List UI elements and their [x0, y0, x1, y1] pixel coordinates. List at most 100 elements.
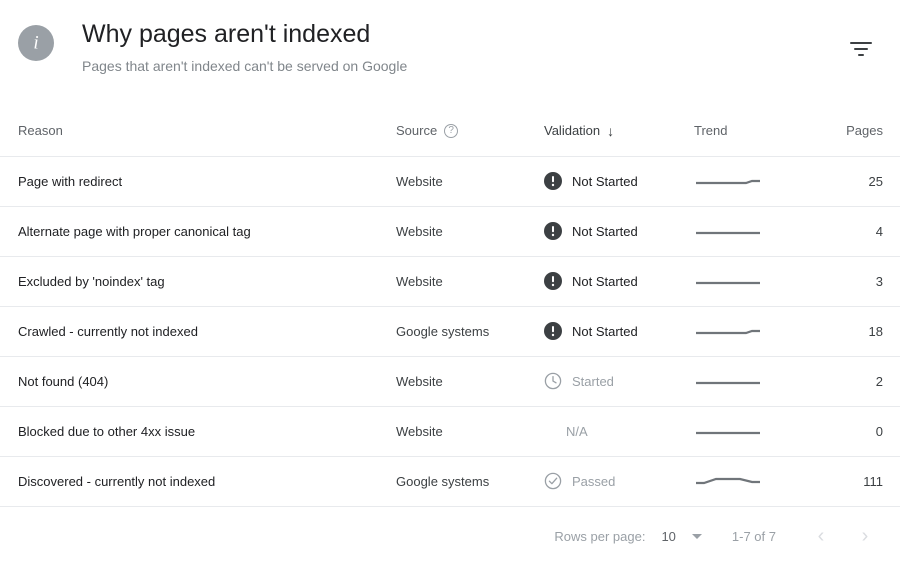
- pages-count: 2: [875, 373, 883, 389]
- validation-label: Passed: [572, 473, 616, 489]
- validation-status: N/A: [544, 424, 694, 439]
- filter-icon[interactable]: [844, 32, 878, 66]
- validation-label: N/A: [566, 423, 588, 439]
- cell-pages: 25: [794, 156, 900, 207]
- source-label: Website: [396, 223, 443, 239]
- pages-count: 25: [868, 173, 883, 189]
- cell-validation: Started: [544, 356, 694, 407]
- table-row[interactable]: Excluded by 'noindex' tag Website Not Star…: [0, 256, 900, 307]
- exclamation-circle-icon: [544, 272, 562, 290]
- cell-validation: Not Started: [544, 206, 694, 257]
- cell-reason: Excluded by 'noindex' tag: [0, 256, 396, 307]
- cell-pages: 111: [794, 456, 900, 507]
- cell-trend: [694, 306, 794, 357]
- reason-label: Alternate page with proper canonical tag: [18, 223, 251, 239]
- cell-source: Website: [396, 156, 544, 207]
- info-icon-glyph: i: [33, 32, 39, 54]
- validation-label: Not Started: [572, 173, 638, 189]
- cell-validation: Not Started: [544, 306, 694, 357]
- filter-bar-top: [850, 42, 872, 44]
- reason-label: Excluded by 'noindex' tag: [18, 273, 165, 289]
- trend-chart: [694, 173, 794, 189]
- cell-trend: [694, 406, 794, 457]
- table-row[interactable]: Discovered - currently not indexed Google…: [0, 456, 900, 507]
- pagination-range-label: 1-7 of 7: [731, 528, 776, 544]
- table-body: Page with redirect Website Not Started 25 Al…: [0, 156, 900, 507]
- table-row[interactable]: Page with redirect Website Not Started 25: [0, 156, 900, 207]
- clock-icon: [544, 372, 562, 390]
- cell-reason: Blocked due to other 4xx issue: [0, 406, 396, 457]
- validation-status: Not Started: [544, 222, 694, 240]
- cell-source: Google systems: [396, 306, 544, 357]
- rows-per-page-select[interactable]: 10: [661, 528, 702, 544]
- table-row[interactable]: Blocked due to other 4xx issue Website N/A…: [0, 406, 900, 457]
- cell-trend: [694, 356, 794, 407]
- table-row[interactable]: Crawled - currently not indexed Google sy…: [0, 306, 900, 357]
- cell-pages: 2: [794, 356, 900, 407]
- cell-pages: 0: [794, 406, 900, 457]
- cell-reason: Not found (404): [0, 356, 396, 407]
- validation-status: Not Started: [544, 172, 694, 190]
- table-row[interactable]: Alternate page with proper canonical tag…: [0, 206, 900, 257]
- cell-source: Google systems: [396, 456, 544, 507]
- chevron-left-icon[interactable]: ‹: [804, 519, 838, 553]
- cell-source: Website: [396, 206, 544, 257]
- trend-chart: [694, 273, 794, 289]
- cell-reason: Discovered - currently not indexed: [0, 456, 396, 507]
- reason-label: Blocked due to other 4xx issue: [18, 423, 196, 439]
- help-circle-icon[interactable]: ?: [444, 123, 459, 138]
- column-header-pages-label: Pages: [846, 123, 883, 139]
- trend-chart: [694, 223, 794, 239]
- check-circle-icon: [544, 472, 562, 490]
- page-title: Why pages aren't indexed: [82, 20, 371, 48]
- column-header-trend-label: Trend: [694, 123, 728, 139]
- validation-label: Not Started: [572, 323, 638, 339]
- cell-reason: Page with redirect: [0, 156, 396, 207]
- card-header: i Why pages aren't indexed Pages that ar…: [0, 0, 900, 106]
- column-header-validation-label: Validation: [544, 123, 601, 139]
- chevron-right-icon[interactable]: ›: [848, 519, 882, 553]
- column-header-trend[interactable]: Trend: [694, 106, 794, 157]
- exclamation-circle-icon: [544, 322, 562, 340]
- page-subtitle: Pages that aren't indexed can't be serve…: [82, 58, 408, 74]
- cell-pages: 3: [794, 256, 900, 307]
- source-label: Website: [396, 423, 443, 439]
- table-header-row: Reason Source ? Validation ↓ Trend Pages: [0, 106, 900, 157]
- cell-trend: [694, 156, 794, 207]
- validation-status: Not Started: [544, 272, 694, 290]
- validation-status: Started: [544, 372, 694, 390]
- indexing-reasons-table: Reason Source ? Validation ↓ Trend Pages…: [0, 106, 900, 507]
- trend-sparkline: [696, 381, 760, 385]
- rows-per-page-value: 10: [661, 528, 676, 544]
- table-footer: Rows per page: 10 1-7 of 7 ‹ ›: [0, 508, 900, 564]
- column-header-pages[interactable]: Pages: [794, 106, 900, 157]
- table-header: Reason Source ? Validation ↓ Trend Pages: [0, 106, 900, 157]
- chevron-down-icon: [691, 533, 702, 539]
- trend-chart: [694, 473, 794, 489]
- exclamation-circle-icon: [544, 172, 562, 190]
- pages-count: 18: [868, 323, 883, 339]
- trend-chart: [694, 323, 794, 339]
- cell-pages: 4: [794, 206, 900, 257]
- column-header-reason[interactable]: Reason: [0, 106, 396, 157]
- source-label: Website: [396, 373, 443, 389]
- trend-sparkline: [696, 431, 760, 435]
- trend-sparkline: [696, 231, 760, 235]
- cell-source: Website: [396, 406, 544, 457]
- column-header-source[interactable]: Source ?: [396, 106, 544, 157]
- cell-source: Website: [396, 256, 544, 307]
- filter-bar-middle: [854, 48, 868, 50]
- validation-label: Not Started: [572, 273, 638, 289]
- cell-reason: Alternate page with proper canonical tag: [0, 206, 396, 257]
- exclamation-circle-icon: [544, 222, 562, 240]
- pages-count: 0: [875, 423, 883, 439]
- trend-sparkline: [696, 477, 760, 485]
- indexing-report-card: i Why pages aren't indexed Pages that ar…: [0, 0, 900, 564]
- column-header-validation[interactable]: Validation ↓: [544, 106, 694, 157]
- info-circle-icon: i: [18, 25, 54, 61]
- cell-trend: [694, 206, 794, 257]
- table-row[interactable]: Not found (404) Website Started 2: [0, 356, 900, 407]
- header-text-block: Why pages aren't indexed Pages that aren…: [82, 18, 407, 76]
- validation-status: Passed: [544, 472, 694, 490]
- column-header-reason-label: Reason: [18, 123, 63, 139]
